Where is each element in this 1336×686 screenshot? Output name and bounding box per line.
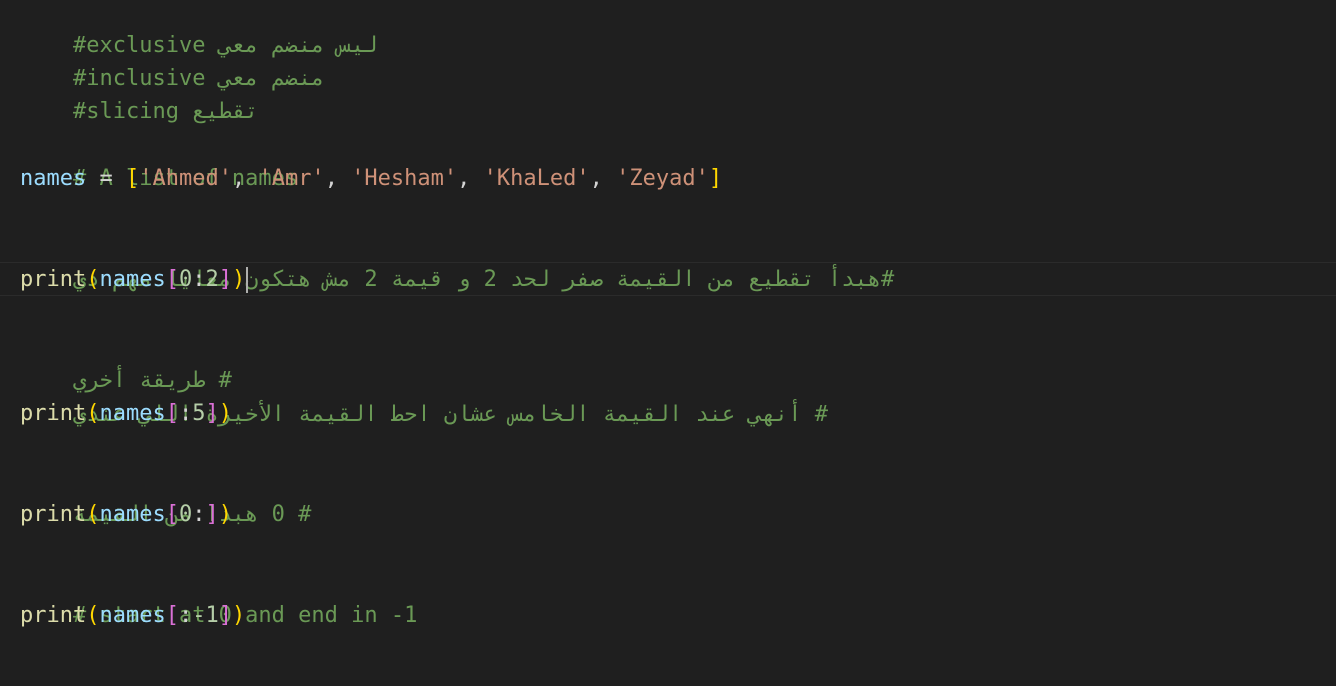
bracket-token: [ <box>125 166 140 191</box>
code-line-18[interactable]: # start at 0 and end in -1 <box>0 565 1336 628</box>
number-token: 5 <box>192 401 206 426</box>
bracket-token: [ <box>165 603 179 628</box>
number-token: 0 <box>178 502 193 527</box>
separator-token: , <box>589 166 617 191</box>
bracket-token: ( <box>86 502 100 527</box>
bracket-token: ) <box>218 401 232 426</box>
code-line-16[interactable]: print(names[0:]) <box>0 498 1336 532</box>
text-cursor <box>246 267 249 293</box>
bracket-token: ) <box>218 502 232 527</box>
bracket-token: ( <box>86 603 100 628</box>
code-line-9-current[interactable]: print(names[0:2]) <box>0 262 1336 296</box>
code-line-11[interactable]: # طريقة أخري <box>0 330 1336 393</box>
code-line-15[interactable]: # 0 هبدا من القيمة <box>0 464 1336 527</box>
string-token: 'Zeyad' <box>616 166 709 191</box>
string-token: 'Amr' <box>258 166 325 191</box>
separator-token: , <box>231 166 259 191</box>
bracket-token: ] <box>708 166 723 191</box>
number-token: 2 <box>205 267 219 292</box>
code-line-8[interactable]: #هبدأ تقطيع من القيمة صفر لحد 2 و قيمة 2… <box>0 229 1336 292</box>
bracket-token: ) <box>231 603 246 628</box>
operator-token: : <box>192 267 206 292</box>
operator-token: : <box>178 603 193 628</box>
bracket-token: ) <box>231 267 246 292</box>
variable-token: names <box>99 267 166 292</box>
bracket-token: ] <box>205 401 219 426</box>
function-token: print <box>20 603 87 628</box>
code-line-12[interactable]: # أنهي عند القيمة الخامس عشان احط القيمة… <box>0 364 1336 427</box>
string-token: 'KhaLed' <box>483 166 590 191</box>
bracket-token: ( <box>86 267 100 292</box>
code-line-3[interactable]: #slicing تقطيع <box>0 61 1336 124</box>
function-token: print <box>20 267 87 292</box>
string-token: 'Hesham' <box>351 166 458 191</box>
bracket-token: ] <box>205 502 219 527</box>
operator-token: : <box>192 502 206 527</box>
function-token: print <box>20 401 87 426</box>
separator-token: , <box>457 166 484 191</box>
bracket-token: [ <box>165 267 179 292</box>
bracket-token: [ <box>165 401 179 426</box>
bracket-token: ] <box>218 603 232 628</box>
bracket-token: ] <box>218 267 232 292</box>
number-token: 0 <box>178 267 193 292</box>
code-editor[interactable]: #exclusive ليس منضم معي #inclusive منضم … <box>0 0 1336 686</box>
variable-token: names <box>99 401 166 426</box>
operator-token: = <box>86 166 126 191</box>
code-line-13[interactable]: print(names[:5]) <box>0 397 1336 431</box>
separator-token: , <box>324 166 352 191</box>
code-line-19[interactable]: print(names[:-1]) <box>0 599 1336 633</box>
operator-token: : <box>178 401 193 426</box>
code-line-1[interactable]: #exclusive ليس منضم معي <box>0 0 1336 58</box>
code-line-5[interactable]: # A list of names <box>0 128 1336 191</box>
bracket-token: ( <box>86 401 100 426</box>
variable-token: names <box>99 502 166 527</box>
comment: #slicing تقطيع <box>72 98 259 124</box>
bracket-token: [ <box>165 502 179 527</box>
function-token: print <box>20 502 87 527</box>
string-token: 'Ahmed' <box>139 166 232 191</box>
variable-token: names <box>20 166 87 191</box>
number-token: -1 <box>192 603 219 628</box>
variable-token: names <box>99 603 166 628</box>
code-line-6[interactable]: names = ['Ahmed', 'Amr', 'Hesham', 'KhaL… <box>0 162 1336 196</box>
code-line-2[interactable]: #inclusive منضم معي <box>0 28 1336 91</box>
